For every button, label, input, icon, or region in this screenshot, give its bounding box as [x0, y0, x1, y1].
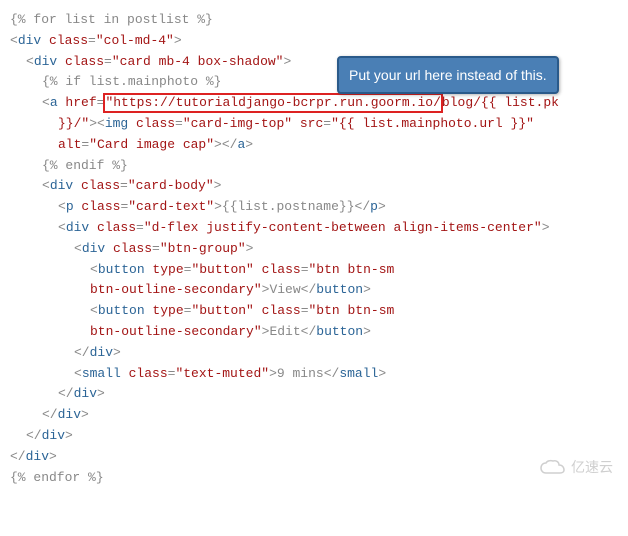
callout-annotation: Put your url here instead of this.: [337, 56, 559, 94]
code-line: alt="Card image cap"></a>: [10, 135, 618, 156]
callout-text: Put your url here instead of this.: [349, 67, 547, 83]
code-line: btn-outline-secondary">View</button>: [10, 280, 618, 301]
code-line: <a href="https://tutorialdjango-bcrpr.ru…: [10, 93, 618, 114]
code-line: {% endif %}: [10, 156, 618, 177]
code-line: {% endfor %}: [10, 468, 618, 489]
highlighted-url: "https://tutorialdjango-bcrpr.run.goorm.…: [103, 93, 442, 113]
code-line: <div class="d-flex justify-content-betwe…: [10, 218, 618, 239]
code-line: </div>: [10, 384, 618, 405]
code-line: </div>: [10, 426, 618, 447]
code-line: <div class="btn-group">: [10, 239, 618, 260]
code-line: </div>: [10, 447, 618, 468]
code-line: </div>: [10, 343, 618, 364]
code-line: <button type="button" class="btn btn-sm: [10, 260, 618, 281]
code-line: <small class="text-muted">9 mins</small>: [10, 364, 618, 385]
code-line: <p class="card-text">{{list.postname}}</…: [10, 197, 618, 218]
code-line: <button type="button" class="btn btn-sm: [10, 301, 618, 322]
watermark-text: 亿速云: [571, 459, 613, 475]
code-line: </div>: [10, 405, 618, 426]
code-line: btn-outline-secondary">Edit</button>: [10, 322, 618, 343]
code-line: }}/"><img class="card-img-top" src="{{ l…: [10, 114, 618, 135]
watermark: 亿速云: [539, 456, 613, 478]
code-line: {% for list in postlist %}: [10, 10, 618, 31]
code-line: <div class="col-md-4">: [10, 31, 618, 52]
cloud-icon: [539, 459, 567, 477]
code-line: <div class="card-body">: [10, 176, 618, 197]
